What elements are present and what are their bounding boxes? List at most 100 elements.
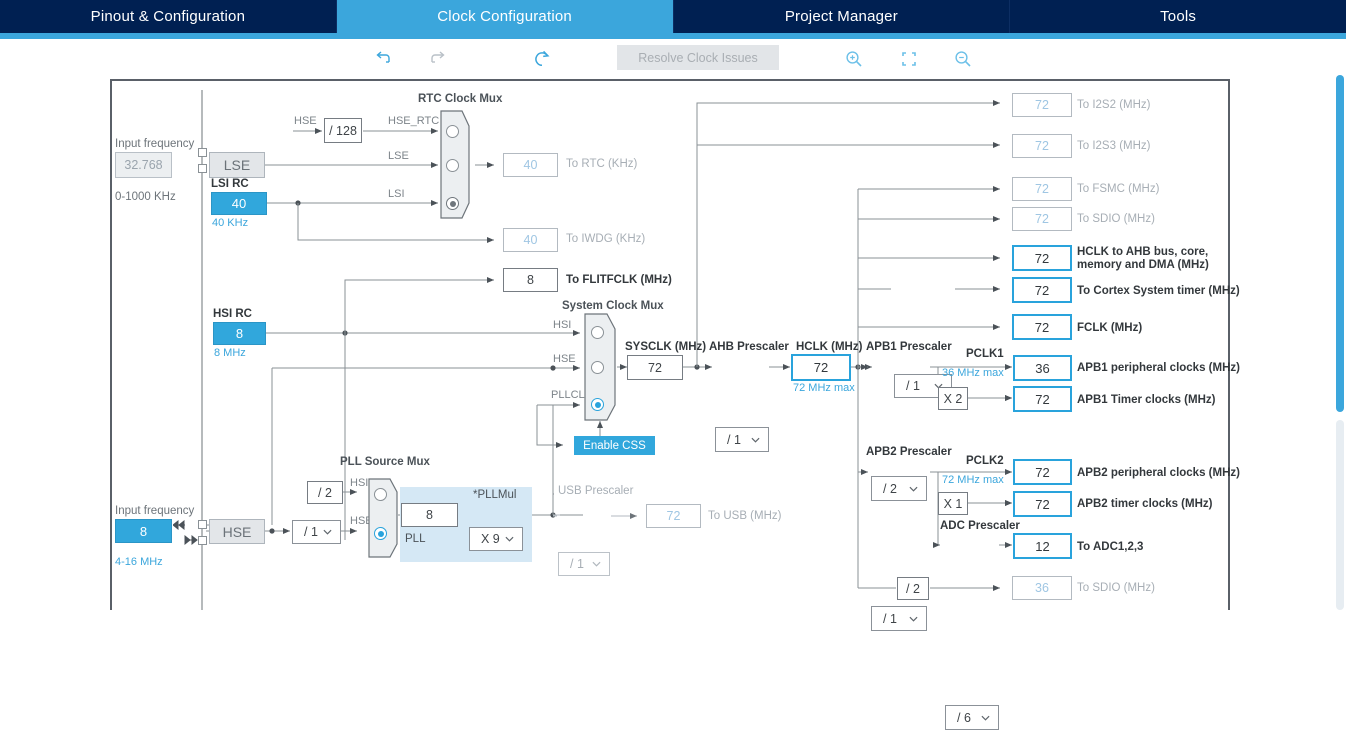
hclk-ahb-bus-value[interactable]: 72 xyxy=(1012,245,1072,271)
apb1-peripheral-clocks-value[interactable]: 36 xyxy=(1013,355,1072,381)
lsi-signal-label: LSI xyxy=(388,188,405,200)
to-rtc-label: To RTC (KHz) xyxy=(566,158,638,170)
lse-range-label: 0-1000 KHz xyxy=(115,191,176,203)
to-flitfclk-value: 8 xyxy=(503,268,558,292)
pllmul-value: X 9 xyxy=(481,532,500,546)
rtc-clock-mux-title: RTC Clock Mux xyxy=(418,93,503,105)
lsi-unit-label: 40 KHz xyxy=(212,217,249,229)
to-i2s2-value: 72 xyxy=(1012,93,1072,117)
pll-source-mux-title: PLL Source Mux xyxy=(340,456,430,468)
enable-css-button[interactable]: Enable CSS xyxy=(574,436,655,455)
to-iwdg-label: To IWDG (KHz) xyxy=(566,233,646,245)
apb2-timer-multiplier-box: X 1 xyxy=(938,492,968,515)
hse-range-label: 4-16 MHz xyxy=(115,556,163,568)
hse-rtc-signal-label: HSE_RTC xyxy=(388,115,440,127)
usb-prescaler-dropdown[interactable]: / 1 xyxy=(558,552,610,576)
sysclk-mux-radio-hsi[interactable] xyxy=(591,326,604,339)
to-iwdg-value: 40 xyxy=(503,228,558,252)
chevron-down-icon xyxy=(505,536,514,542)
lsi-rc-title: LSI RC xyxy=(211,178,249,190)
hse-oscillator-block[interactable]: HSE xyxy=(209,519,265,544)
apb1-prescaler-value: / 2 xyxy=(883,481,897,496)
pllmul-dropdown[interactable]: X 9 xyxy=(469,527,523,551)
to-fsmc-value: 72 xyxy=(1012,177,1072,201)
pll-hsi-div2-box: / 2 xyxy=(307,481,343,504)
chevron-down-icon xyxy=(909,486,918,492)
hse-signal-label: HSE xyxy=(294,115,317,127)
cortex-systick-label: To Cortex System timer (MHz) xyxy=(1077,285,1240,297)
pll-mux-radio-hsi[interactable] xyxy=(374,488,387,501)
hclk-value-field[interactable]: 72 xyxy=(791,354,851,381)
ahb-prescaler-dropdown[interactable]: / 1 xyxy=(715,427,769,452)
hsi-rc-title: HSI RC xyxy=(213,308,252,320)
fclk-value[interactable]: 72 xyxy=(1012,314,1072,340)
apb1-timer-clocks-value[interactable]: 72 xyxy=(1013,386,1072,412)
hclk-label: HCLK (MHz) xyxy=(796,341,863,353)
chevron-down-icon xyxy=(909,616,918,622)
sysclk-mux-hsi-signal-label: HSI xyxy=(553,319,572,331)
to-adc123-value[interactable]: 12 xyxy=(1013,533,1072,559)
to-flitfclk-label: To FLITFCLK (MHz) xyxy=(566,274,672,286)
scrollbar-thumb[interactable] xyxy=(1336,75,1344,412)
lse-signal-label: LSE xyxy=(388,150,409,162)
hse-prescaler-value: / 1 xyxy=(304,525,318,539)
sdio-div2-box: / 2 xyxy=(897,577,929,600)
apb2-prescaler-label: APB2 Prescaler xyxy=(866,446,952,458)
to-sdio-top-label: To SDIO (MHz) xyxy=(1077,213,1155,225)
pll-mux-radio-hse[interactable] xyxy=(374,527,387,540)
adc-prescaler-label: ADC Prescaler xyxy=(940,520,1020,532)
hse-prescaler-dropdown[interactable]: / 1 xyxy=(292,520,341,544)
lse-input-frequency-label: Input frequency xyxy=(115,138,195,150)
apb2-peripheral-clocks-label: APB2 peripheral clocks (MHz) xyxy=(1077,467,1240,479)
apb2-peripheral-clocks-value[interactable]: 72 xyxy=(1013,459,1072,485)
vertical-scrollbar[interactable] xyxy=(1336,75,1344,610)
adc-prescaler-dropdown[interactable]: / 6 xyxy=(945,705,999,730)
to-sdio-bottom-value: 36 xyxy=(1012,576,1072,600)
apb2-timer-clocks-value[interactable]: 72 xyxy=(1013,491,1072,517)
rtc-mux-radio-lse[interactable] xyxy=(446,159,459,172)
cortex-systick-value[interactable]: 72 xyxy=(1012,277,1072,303)
scrollbar-track-lower[interactable] xyxy=(1336,420,1344,610)
to-i2s3-label: To I2S3 (MHz) xyxy=(1077,140,1151,152)
usb-prescaler-label: USB Prescaler xyxy=(558,485,634,497)
to-sdio-top-value: 72 xyxy=(1012,207,1072,231)
hse-pin-arrows xyxy=(173,519,198,546)
apb2-timer-clocks-label: APB2 timer clocks (MHz) xyxy=(1077,498,1213,510)
lse-pin-top xyxy=(198,148,207,157)
rtc-mux-radio-lsi[interactable] xyxy=(446,197,459,210)
hclk-max-label: 72 MHz max xyxy=(793,382,855,394)
clock-tree-canvas: Input frequency 32.768 0-1000 KHz LSE LS… xyxy=(0,0,1346,730)
apb2-max-label: 72 MHz max xyxy=(942,474,1004,486)
to-sdio-bottom-label: To SDIO (MHz) xyxy=(1077,582,1155,594)
lsi-value-field[interactable]: 40 xyxy=(211,192,267,215)
apb1-timer-clocks-label: APB1 Timer clocks (MHz) xyxy=(1077,394,1216,406)
apb1-prescaler-label: APB1 Prescaler xyxy=(866,341,952,353)
pll-input-value[interactable]: 8 xyxy=(401,503,458,527)
apb2-prescaler-value: / 1 xyxy=(883,611,897,626)
adc-prescaler-value: / 6 xyxy=(957,710,971,725)
sysclk-mux-radio-hse[interactable] xyxy=(591,361,604,374)
to-i2s2-label: To I2S2 (MHz) xyxy=(1077,99,1151,111)
pclk1-signal-label: PCLK1 xyxy=(966,348,1004,360)
pll-tag-label: PLL xyxy=(405,533,426,545)
chevron-down-icon xyxy=(751,437,760,443)
lse-oscillator-block[interactable]: LSE xyxy=(209,152,265,178)
hse-input-frequency-field[interactable]: 8 xyxy=(115,519,172,543)
hsi-value-field[interactable]: 8 xyxy=(213,322,266,345)
sysclk-mux-hse-signal-label: HSE xyxy=(553,353,576,365)
rtc-mux-radio-hse-rtc[interactable] xyxy=(446,125,459,138)
ahb-prescaler-label: AHB Prescaler xyxy=(709,341,789,353)
pllmul-label: *PLLMul xyxy=(473,489,517,501)
fclk-label: FCLK (MHz) xyxy=(1077,322,1143,334)
apb1-prescaler-dropdown[interactable]: / 2 xyxy=(871,476,927,501)
usb-prescaler-value: / 1 xyxy=(570,557,584,571)
sysclk-value: 72 xyxy=(627,355,683,380)
lse-pin-bottom xyxy=(198,164,207,173)
apb1-timer-multiplier-box: X 2 xyxy=(938,387,968,410)
sysclk-mux-radio-pllclk[interactable] xyxy=(591,398,604,411)
to-rtc-value: 40 xyxy=(503,153,558,177)
pll-mux-hsi-signal-label: HSI xyxy=(350,477,369,489)
lse-input-frequency-field[interactable]: 32.768 xyxy=(115,152,172,178)
sysclk-label: SYSCLK (MHz) xyxy=(625,341,707,353)
to-fsmc-label: To FSMC (MHz) xyxy=(1077,183,1160,195)
